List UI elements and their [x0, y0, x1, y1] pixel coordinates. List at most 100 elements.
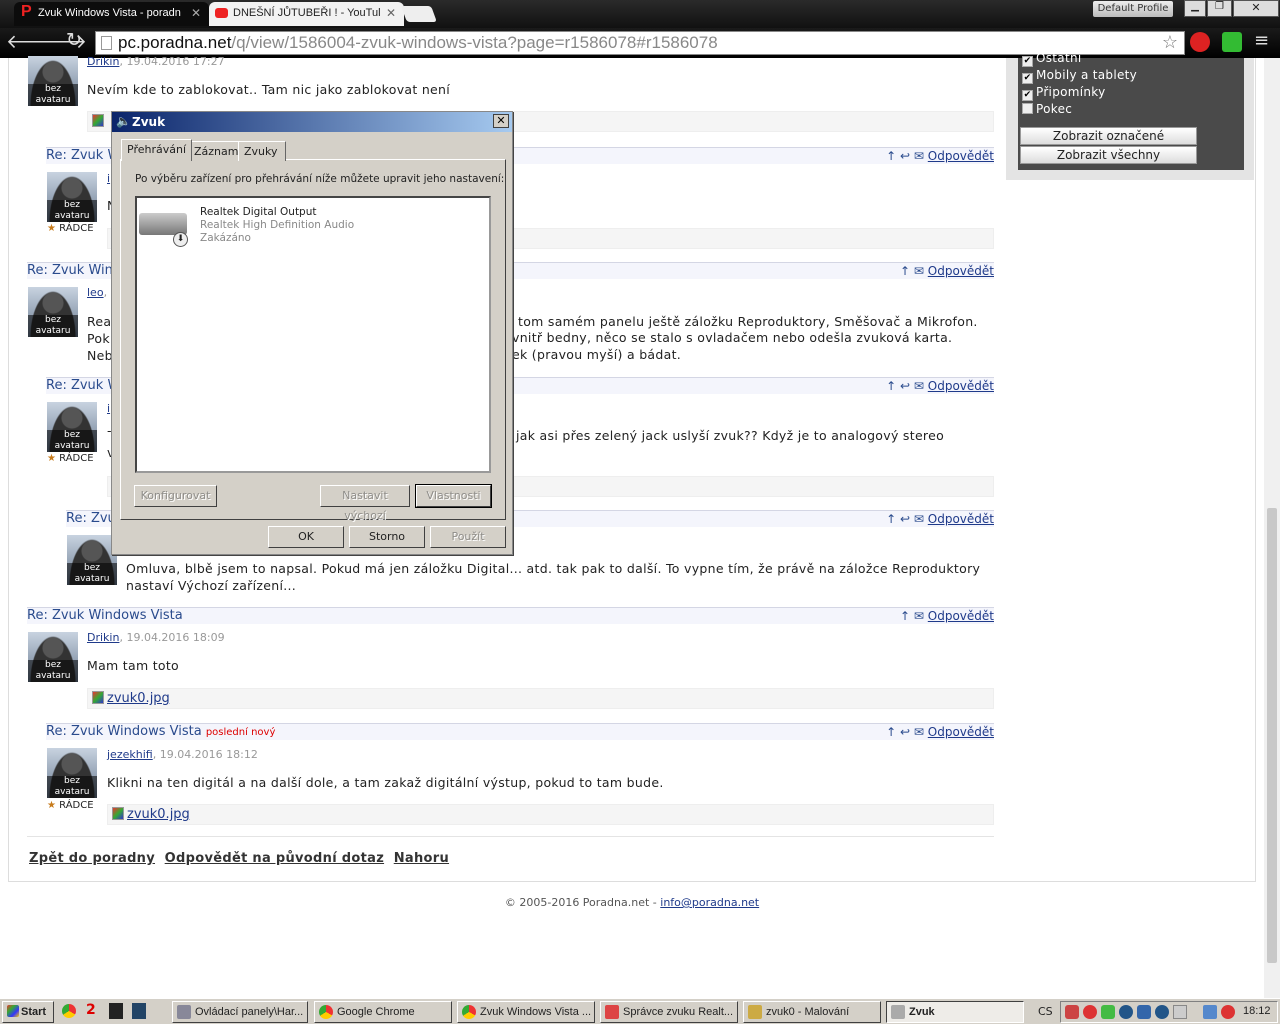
- scrollbar[interactable]: [1264, 58, 1280, 998]
- configure-button[interactable]: Konfigurovat: [134, 485, 217, 507]
- category-checkbox[interactable]: ✔ Mobily a tablety: [1022, 67, 1137, 84]
- advisor-badge: ★ RÁDCE: [47, 453, 94, 464]
- minimize-button[interactable]: ▁: [1184, 0, 1206, 17]
- scrollbar-thumb[interactable]: [1267, 508, 1277, 963]
- post-author: Drikin, 19.04.2016 17:27: [87, 55, 225, 68]
- category-checkbox[interactable]: ✔ Ostatní: [1022, 50, 1137, 67]
- taskbar: Start 2 Ovládací panely\Har... Google Ch…: [0, 998, 1280, 1024]
- reply-link[interactable]: Odpovědět: [928, 512, 994, 526]
- image-file-icon: [112, 807, 124, 820]
- system-tray: 18:12: [1060, 1001, 1278, 1023]
- taskbar-item[interactable]: Ovládací panely\Har...: [172, 1001, 308, 1023]
- attachment-link[interactable]: zvuk0.jpg: [107, 691, 170, 706]
- tab-playback[interactable]: Přehrávání: [121, 139, 193, 161]
- divider: [27, 836, 994, 838]
- ok-button[interactable]: OK: [268, 526, 344, 548]
- tray-icon[interactable]: [1155, 1005, 1169, 1019]
- star-icon: ★: [47, 800, 56, 811]
- tab-sounds[interactable]: Zvuky: [238, 141, 286, 161]
- dialog-titlebar: 🔈 Zvuk ✕: [112, 112, 512, 132]
- advisor-badge: ★ RÁDCE: [47, 223, 94, 234]
- quicklaunch-icon[interactable]: [132, 1003, 146, 1019]
- cancel-button[interactable]: Storno: [349, 526, 425, 548]
- star-icon: ★: [47, 223, 56, 234]
- extension-icon[interactable]: [1190, 32, 1210, 52]
- category-checkbox[interactable]: ✔ Připomínky: [1022, 84, 1137, 101]
- show-selected-button[interactable]: Zobrazit označené: [1020, 127, 1197, 145]
- browser-tab-bar: P Zvuk Windows Vista - poradn ✕ DNEŠNÍ JŮ…: [0, 0, 1280, 28]
- quicklaunch-icon[interactable]: 2: [86, 1002, 96, 1018]
- close-icon[interactable]: ✕: [493, 114, 509, 128]
- tray-icon[interactable]: [1137, 1005, 1151, 1019]
- disabled-arrow-icon: ⬇: [173, 232, 188, 247]
- reply-link[interactable]: Odpovědět: [928, 264, 994, 278]
- bottom-links: Zpět do poradny Odpovědět na původní dot…: [29, 851, 449, 866]
- profile-button[interactable]: Default Profile: [1093, 1, 1173, 17]
- youtube-icon: [215, 8, 228, 18]
- language-indicator[interactable]: CS: [1038, 1005, 1053, 1018]
- device-list: ⬇ Realtek Digital Output Realtek High Def…: [135, 196, 491, 473]
- volume-icon[interactable]: [1065, 1005, 1079, 1019]
- reply-link[interactable]: Odpovědět: [928, 609, 994, 623]
- star-icon: ★: [47, 453, 56, 464]
- properties-button[interactable]: Vlastnosti: [415, 484, 492, 508]
- reply-original-link[interactable]: Odpovědět na původní dotaz: [165, 851, 384, 866]
- page-icon: [101, 36, 112, 50]
- avatar: bez avataru: [28, 287, 78, 337]
- post-title: Re: Zvuk Windows Vista ↑ ✉ Odpovědět: [27, 607, 994, 624]
- close-tab-icon[interactable]: ✕: [386, 6, 396, 20]
- tray-icon[interactable]: [1101, 1005, 1115, 1019]
- taskbar-item[interactable]: zvuk0 - Malování: [743, 1001, 881, 1023]
- close-tab-icon[interactable]: ✕: [191, 6, 201, 20]
- restore-button[interactable]: ❐: [1207, 0, 1232, 17]
- chrome-icon[interactable]: [62, 1004, 76, 1018]
- avatar: bez avataru: [47, 172, 97, 222]
- avatar: bez avataru: [28, 56, 78, 106]
- post-text: Nevím kde to zablokovat.. Tam nic jako z…: [87, 82, 451, 97]
- tray-icon[interactable]: [1173, 1005, 1187, 1019]
- taskbar-item[interactable]: Google Chrome: [314, 1001, 452, 1023]
- reply-link[interactable]: Odpovědět: [928, 379, 994, 393]
- extension-icon[interactable]: [1222, 32, 1242, 52]
- tab-youtube[interactable]: DNEŠNÍ JŮTUBEŘI ! - YouTul ✕: [209, 2, 404, 26]
- taskbar-item-active[interactable]: Zvuk: [886, 1001, 1024, 1023]
- apply-button[interactable]: Použít: [430, 526, 506, 548]
- image-file-icon: [92, 691, 104, 704]
- tab-recording[interactable]: Záznam: [188, 141, 245, 161]
- category-checkbox[interactable]: Pokec: [1022, 101, 1137, 118]
- device-item[interactable]: ⬇ Realtek Digital Output Realtek High Def…: [137, 202, 437, 252]
- email-link[interactable]: info@poradna.net: [660, 896, 759, 909]
- menu-icon[interactable]: ≡: [1254, 30, 1269, 51]
- avatar: bez avataru: [47, 402, 97, 452]
- close-window-button[interactable]: ✕: [1233, 0, 1279, 17]
- quicklaunch-icon[interactable]: [109, 1003, 123, 1019]
- tab-poradna[interactable]: P Zvuk Windows Vista - poradn ✕: [14, 2, 209, 26]
- clock: 18:12: [1243, 1005, 1271, 1017]
- attachment-link[interactable]: zvuk0.jpg: [127, 807, 190, 822]
- bookmark-star-icon[interactable]: ☆: [1162, 32, 1178, 53]
- show-all-button[interactable]: Zobrazit všechny: [1020, 146, 1197, 164]
- sound-dialog: 🔈 Zvuk ✕ Přehrávání Záznam Zvuky Po výběr…: [111, 111, 513, 555]
- taskbar-item[interactable]: Správce zvuku Realt...: [600, 1001, 738, 1023]
- top-link[interactable]: Nahoru: [394, 851, 449, 866]
- attachment-bar: zvuk0.jpg: [87, 688, 994, 709]
- set-default-button[interactable]: Nastavit výchozí: [320, 485, 410, 522]
- tray-icon[interactable]: [1119, 1005, 1133, 1019]
- attachment-bar: zvuk0.jpg: [107, 804, 994, 825]
- image-file-icon: [92, 114, 104, 127]
- taskbar-item[interactable]: Zvuk Windows Vista ...: [457, 1001, 595, 1023]
- network-icon[interactable]: [1203, 1005, 1217, 1019]
- back-link[interactable]: Zpět do poradny: [29, 851, 155, 866]
- advisor-badge: ★ RÁDCE: [47, 800, 94, 811]
- post-title: Re: Zvuk Windows Vista poslední nový ↑ ↩ …: [46, 723, 994, 740]
- tray-icon[interactable]: [1083, 1005, 1097, 1019]
- reply-link[interactable]: Odpovědět: [928, 149, 994, 163]
- start-button[interactable]: Start: [2, 1001, 54, 1023]
- speaker-icon: 🔈: [116, 114, 131, 128]
- tray-icon[interactable]: [1221, 1005, 1235, 1019]
- new-tab-button[interactable]: [401, 6, 437, 22]
- reply-link[interactable]: Odpovědět: [928, 725, 994, 739]
- avatar: bez avataru: [28, 632, 78, 682]
- avatar: bez avataru: [47, 748, 97, 798]
- reload-icon[interactable]: ↻: [66, 29, 82, 51]
